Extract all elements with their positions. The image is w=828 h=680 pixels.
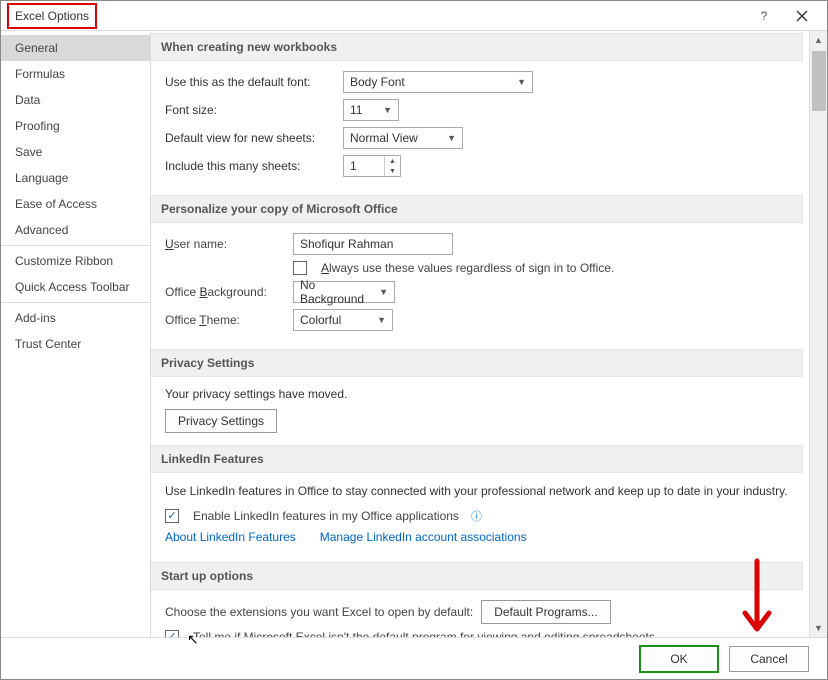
font-size-label: Font size: [165,103,335,117]
sidebar-item-general[interactable]: General [1,35,150,61]
sidebar-item-ease-of-access[interactable]: Ease of Access [1,191,150,217]
office-background-select[interactable]: No Background▼ [293,281,395,303]
section-startup: Start up options [151,562,803,590]
sidebar-item-proofing[interactable]: Proofing [1,113,150,139]
category-sidebar: General Formulas Data Proofing Save Lang… [1,31,151,637]
sidebar-item-quick-access-toolbar[interactable]: Quick Access Toolbar [1,274,150,300]
spinner-up-icon[interactable]: ▲ [385,156,400,166]
tell-me-default-label: Tell me if Microsoft Excel isn't the def… [193,630,658,637]
enable-linkedin-label: Enable LinkedIn features in my Office ap… [193,509,459,523]
sidebar-item-advanced[interactable]: Advanced [1,217,150,243]
default-programs-button[interactable]: Default Programs... [481,600,610,624]
help-button[interactable]: ? [745,2,783,30]
sidebar-item-add-ins[interactable]: Add-ins [1,305,150,331]
font-size-select[interactable]: 11▼ [343,99,399,121]
default-font-select[interactable]: Body Font▼ [343,71,533,93]
user-name-label: User name: [165,237,285,251]
chevron-down-icon: ▼ [383,105,392,115]
sidebar-item-trust-center[interactable]: Trust Center [1,331,150,357]
cancel-button[interactable]: Cancel [729,646,809,672]
about-linkedin-link[interactable]: About LinkedIn Features [165,530,296,544]
choose-extensions-label: Choose the extensions you want Excel to … [165,605,473,619]
default-view-label: Default view for new sheets: [165,131,335,145]
scroll-up-icon[interactable]: ▲ [810,31,827,49]
close-button[interactable] [783,2,821,30]
section-linkedin: LinkedIn Features [151,445,803,473]
options-content: When creating new workbooks Use this as … [151,31,809,637]
section-personalize: Personalize your copy of Microsoft Offic… [151,195,803,223]
default-view-select[interactable]: Normal View▼ [343,127,463,149]
vertical-scrollbar[interactable]: ▲ ▼ [809,31,827,637]
section-privacy: Privacy Settings [151,349,803,377]
scrollbar-thumb[interactable] [812,51,826,111]
office-background-label: Office Background: [165,285,285,299]
privacy-moved-text: Your privacy settings have moved. [165,387,789,401]
sheet-count-label: Include this many sheets: [165,159,335,173]
always-use-label: Always use these values regardless of si… [321,261,614,275]
section-new-workbooks: When creating new workbooks [151,33,803,61]
default-font-label: Use this as the default font: [165,75,335,89]
tell-me-default-checkbox[interactable]: ✓ [165,630,179,637]
chevron-down-icon: ▼ [447,133,456,143]
user-name-input[interactable]: Shofiqur Rahman [293,233,453,255]
sidebar-item-formulas[interactable]: Formulas [1,61,150,87]
office-theme-select[interactable]: Colorful▼ [293,309,393,331]
sidebar-item-save[interactable]: Save [1,139,150,165]
always-use-checkbox[interactable] [293,261,307,275]
scroll-down-icon[interactable]: ▼ [810,619,827,637]
sidebar-item-data[interactable]: Data [1,87,150,113]
window-title: Excel Options [7,3,97,29]
dialog-footer: OK Cancel [1,637,827,679]
enable-linkedin-checkbox[interactable]: ✓ [165,509,179,523]
chevron-down-icon: ▼ [379,287,388,297]
linkedin-description: Use LinkedIn features in Office to stay … [165,483,789,500]
chevron-down-icon: ▼ [517,77,526,87]
chevron-down-icon: ▼ [377,315,386,325]
office-theme-label: Office Theme: [165,313,285,327]
sidebar-item-language[interactable]: Language [1,165,150,191]
title-bar: Excel Options ? [1,1,827,31]
sheet-count-spinner[interactable]: 1▲▼ [343,155,401,177]
info-icon[interactable]: ⓘ [471,508,482,524]
ok-button[interactable]: OK [639,645,719,673]
privacy-settings-button[interactable]: Privacy Settings [165,409,277,433]
spinner-down-icon[interactable]: ▼ [385,166,400,176]
sidebar-item-customize-ribbon[interactable]: Customize Ribbon [1,248,150,274]
manage-linkedin-link[interactable]: Manage LinkedIn account associations [320,530,527,544]
